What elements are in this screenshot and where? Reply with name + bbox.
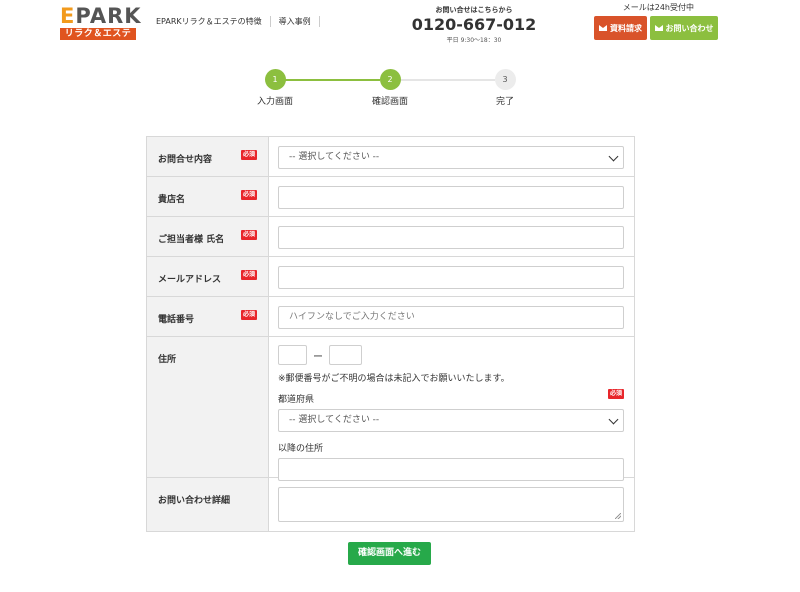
contact-block: お問い合せはこちらから 0120-667-012 平日 9:30～18：30: [410, 5, 538, 44]
step-input: 1 入力画面: [235, 68, 315, 107]
email-input[interactable]: [278, 266, 624, 289]
header-actions: メールは24h受付中 資料請求 お問い合わせ: [592, 2, 722, 40]
step-label: 入力画面: [256, 97, 293, 107]
phone-input[interactable]: ハイフンなしでご入力ください: [278, 306, 624, 329]
required-badge: 必須: [240, 230, 257, 240]
mail-accept-text: メールは24h受付中: [622, 3, 694, 12]
field-label: メールアドレス 必須: [147, 257, 269, 296]
zip-separator: ー: [313, 351, 323, 363]
required-badge: 必須: [240, 270, 257, 280]
contact-label: お問い合せはこちらから: [435, 6, 513, 14]
nav-link-features[interactable]: EPARKリラク＆エステの特徴: [148, 16, 271, 27]
epark-logo[interactable]: EPARK リラク＆エステ: [60, 4, 141, 40]
field-cell: [269, 177, 634, 216]
row-contact-name: ご担当者様 氏名 必須: [147, 217, 634, 257]
step-confirm: 2 確認画面: [350, 68, 430, 107]
progress-stepper: 1 入力画面 2 確認画面 3 完了: [0, 68, 800, 108]
request-docs-label: 資料請求: [610, 23, 642, 33]
zip-note: ※郵便番号がご不明の場合は未記入でお願いいたします。: [278, 374, 510, 384]
select-value: -- 選択してください --: [289, 152, 380, 162]
confirm-submit-button[interactable]: 確認画面へ進む: [348, 542, 431, 565]
address-label: 住所: [158, 355, 177, 365]
inquiry-type-select[interactable]: -- 選択してください --: [278, 146, 624, 169]
select-value: -- 選択してください --: [289, 415, 380, 425]
request-docs-button[interactable]: 資料請求: [594, 16, 647, 40]
required-badge: 必須: [240, 190, 257, 200]
mail-icon: [654, 25, 663, 31]
mail-icon: [599, 25, 607, 31]
field-label: お問合せ内容 必須: [147, 137, 269, 176]
header-nav: EPARKリラク＆エステの特徴 導入事例: [148, 16, 320, 27]
details-textarea[interactable]: [278, 487, 624, 522]
step-number: 2: [379, 69, 401, 90]
contact-name-input[interactable]: [278, 226, 624, 249]
row-details: お問い合わせ詳細: [147, 478, 634, 531]
zip-first-input[interactable]: [278, 345, 307, 365]
step-number: 1: [264, 69, 286, 90]
step-number: 3: [494, 69, 516, 90]
email-label: メールアドレス: [158, 275, 222, 285]
step-complete: 3 完了: [465, 68, 545, 107]
logo-rest: PARK: [75, 4, 142, 28]
chevron-down-icon: [608, 414, 619, 425]
contact-name-label: ご担当者様 氏名: [158, 235, 225, 245]
contact-phone[interactable]: 0120-667-012: [410, 15, 538, 35]
logo-wordmark: EPARK: [60, 4, 141, 28]
address-rest-label: 以降の住所: [278, 444, 324, 454]
required-badge: 必須: [240, 310, 257, 320]
logo-subtitle: リラク＆エステ: [60, 28, 136, 40]
field-label: 住所: [147, 337, 269, 477]
inquiry-label: お問い合わせ: [665, 23, 714, 33]
required-badge: 必須: [607, 389, 624, 399]
details-label: お問い合わせ詳細: [158, 496, 231, 506]
row-email: メールアドレス 必須: [147, 257, 634, 297]
logo-accent-letter: E: [60, 4, 76, 28]
required-badge: 必須: [240, 150, 257, 160]
nav-link-case-studies[interactable]: 導入事例: [271, 16, 320, 27]
zip-second-input[interactable]: [329, 345, 362, 365]
field-cell: [269, 478, 634, 531]
field-label: 電話番号 必須: [147, 297, 269, 336]
row-inquiry-type: お問合せ内容 必須 -- 選択してください --: [147, 137, 634, 177]
zip-group: ー: [278, 345, 624, 365]
row-phone: 電話番号 必須 ハイフンなしでご入力ください: [147, 297, 634, 337]
step-label: 完了: [495, 97, 514, 107]
shop-name-input[interactable]: [278, 186, 624, 209]
prefecture-label-row: 都道府県 必須: [278, 389, 624, 405]
contact-hours: 平日 9:30～18：30: [446, 37, 502, 44]
contact-form: お問合せ内容 必須 -- 選択してください -- 貴店名 必須 ご担当者様 氏名…: [146, 136, 635, 532]
prefecture-label: 都道府県: [278, 395, 315, 405]
inquiry-button[interactable]: お問い合わせ: [650, 16, 718, 40]
field-label: お問い合わせ詳細: [147, 478, 269, 531]
field-cell: [269, 257, 634, 296]
phone-label: 電話番号: [158, 315, 195, 325]
site-header: EPARK リラク＆エステ EPARKリラク＆エステの特徴 導入事例 お問い合せ…: [0, 0, 800, 48]
prefecture-select[interactable]: -- 選択してください --: [278, 409, 624, 432]
inquiry-type-label: お問合せ内容: [158, 155, 213, 165]
chevron-down-icon: [608, 151, 619, 162]
field-cell: ー ※郵便番号がご不明の場合は未記入でお願いいたします。 都道府県 必須 -- …: [269, 337, 634, 481]
resize-grip-icon[interactable]: [615, 513, 621, 519]
row-address: 住所 ー ※郵便番号がご不明の場合は未記入でお願いいたします。 都道府県 必須 …: [147, 337, 634, 481]
field-label: ご担当者様 氏名 必須: [147, 217, 269, 256]
step-label: 確認画面: [371, 97, 408, 107]
row-shop-name: 貴店名 必須: [147, 177, 634, 217]
shop-name-label: 貴店名: [158, 195, 186, 205]
field-cell: -- 選択してください --: [269, 137, 634, 176]
field-cell: [269, 217, 634, 256]
field-cell: ハイフンなしでご入力ください: [269, 297, 634, 336]
field-label: 貴店名 必須: [147, 177, 269, 216]
